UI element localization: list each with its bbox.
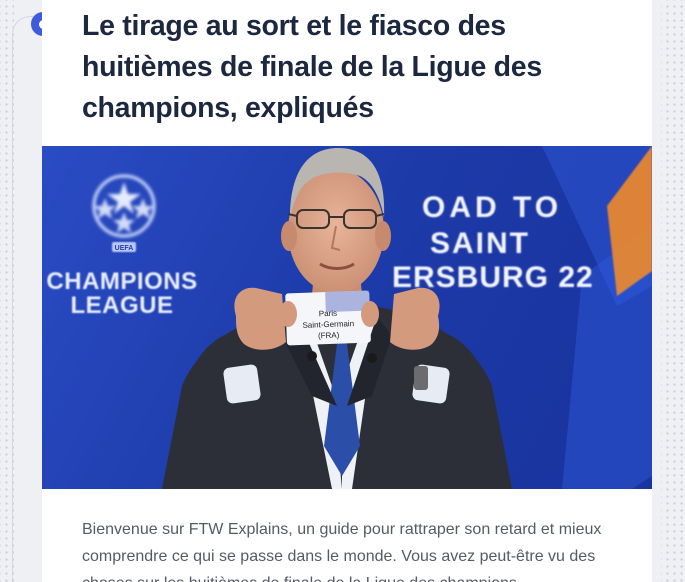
hero-illustration: UEFA CHAMPIONS LEAGUE OAD TO SAINT ERSBU…: [42, 146, 652, 489]
draw-card: Paris Saint-Germain (FRA): [285, 290, 371, 346]
hero-image[interactable]: UEFA CHAMPIONS LEAGUE OAD TO SAINT ERSBU…: [42, 146, 652, 489]
timeline-connector: [12, 16, 42, 582]
card-text-line1: Paris: [319, 309, 338, 319]
logo-text-champions: CHAMPIONS: [46, 268, 197, 295]
banner-text-line2: SAINT: [430, 227, 530, 260]
logo-text-league: LEAGUE: [70, 292, 173, 319]
article-intro: Bienvenue sur FTW Explains, un guide pou…: [82, 521, 602, 582]
decorative-dot-pattern-right: [661, 0, 685, 582]
uefa-badge-text: UEFA: [115, 245, 134, 252]
card-text-line3: (FRA): [318, 331, 340, 341]
starball-logo-icon: [92, 174, 156, 238]
card-text-line2: Saint-Germain: [302, 319, 354, 330]
article-title[interactable]: Le tirage au sort et le fiasco des huiti…: [82, 6, 637, 129]
banner-text-line1: OAD TO: [422, 191, 562, 224]
article-card: Le tirage au sort et le fiasco des huiti…: [42, 0, 652, 582]
